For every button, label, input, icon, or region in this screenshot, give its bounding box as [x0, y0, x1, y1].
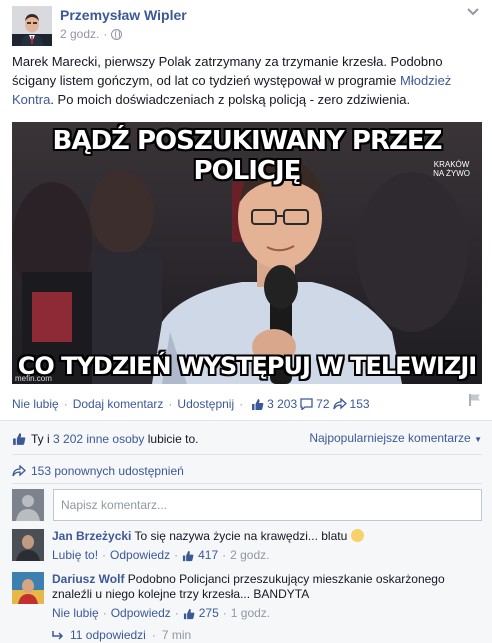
chevron-down-icon[interactable]: [466, 8, 480, 18]
thumbs-up-icon: [183, 550, 194, 561]
meta-separator: ·: [174, 548, 179, 562]
action-separator: ·: [239, 397, 244, 411]
ufi-panel: Ty i 3 202 inne osoby lubicie to. Najpop…: [0, 420, 492, 643]
like-comment-link[interactable]: Lubię to!: [52, 548, 98, 563]
meta-separator: ·: [103, 27, 108, 41]
comment-icon: [300, 398, 313, 410]
image-watermark: mefin.com: [15, 374, 52, 383]
meme-bottom-caption: CO TYDZIEŃ WYSTĘPUJ W TELEWIZJI: [17, 352, 477, 380]
share-arrow-icon: [12, 465, 26, 477]
post-meta: 2 godz. ·: [60, 27, 123, 41]
add-comment-link[interactable]: Dodaj komentarz: [73, 397, 164, 411]
share-link[interactable]: Udostępnij: [177, 397, 234, 411]
post-header: Przemysław Wipler 2 godz. ·: [12, 6, 480, 46]
tv-logo-line2: NA ŻYWO: [433, 169, 470, 178]
post-text: Marek Marecki, pierwszy Polak zatrzymany…: [12, 52, 486, 109]
comment-likes-count[interactable]: 417: [198, 548, 218, 563]
comment-sort-dropdown[interactable]: Najpopularniejsze komentarze ▼: [309, 431, 482, 445]
comment-text: To się nazywa życie na krawędzi... blatu: [134, 529, 348, 543]
sort-label: Najpopularniejsze komentarze: [309, 431, 471, 445]
view-replies-link[interactable]: 11 odpowiedzi · 7 min: [52, 628, 191, 642]
flag-icon[interactable]: [468, 393, 482, 407]
unlike-link[interactable]: Nie lubię: [12, 397, 59, 411]
thumbs-up-icon: [183, 608, 195, 619]
post-text-part1: Marek Marecki, pierwszy Polak zatrzymany…: [12, 54, 443, 88]
post-image[interactable]: BĄDŹ POSZUKIWANY PRZEZ POLICJĘ KRAKÓW NA…: [12, 122, 482, 384]
likes-count: 3 203: [267, 397, 298, 411]
meta-separator: ·: [222, 548, 227, 562]
tv-channel-logo: KRAKÓW NA ŻYWO: [433, 160, 470, 178]
comment-meta: Nie lubię · Odpowiedz · 275 · 1 godz.: [52, 606, 480, 621]
unlike-comment-link[interactable]: Nie lubię: [52, 606, 99, 621]
action-separator: ·: [168, 397, 173, 411]
thumbs-up-icon: [252, 398, 264, 410]
likes-suffix: lubicie to.: [144, 432, 199, 446]
comment-composer: [12, 489, 482, 523]
globe-icon[interactable]: [111, 28, 123, 40]
reply-link[interactable]: Odpowiedz: [111, 606, 171, 621]
post-text-part2: . Po moich doświadczeniach z polską poli…: [50, 92, 411, 107]
likes-stat[interactable]: 3 203: [251, 397, 297, 411]
ufi-divider: [12, 454, 482, 455]
comment-time[interactable]: 2 godz.: [230, 548, 269, 563]
feed-post: Przemysław Wipler 2 godz. · Marek Mareck…: [0, 0, 492, 643]
commenter-avatar[interactable]: [12, 529, 44, 561]
action-separator: ·: [63, 397, 68, 411]
meta-separator: ·: [174, 606, 179, 620]
commenter-name[interactable]: Jan Brzeżycki: [52, 529, 131, 543]
likers-link[interactable]: 3 202 inne osoby: [53, 432, 144, 446]
shares-summary[interactable]: 153 ponownych udostępnień: [12, 464, 184, 478]
post-actions: Nie lubię · Dodaj komentarz · Udostępnij…: [12, 396, 482, 412]
likes-prefix: Ty i: [31, 432, 54, 446]
meme-top-caption: BĄDŹ POSZUKIWANY PRZEZ POLICJĘ: [52, 126, 443, 186]
comments-stat[interactable]: 72: [300, 397, 330, 411]
replies-time: 7 min: [161, 628, 192, 642]
thumbs-up-icon: [13, 433, 26, 445]
meta-separator: ·: [151, 628, 156, 642]
share-arrow-icon: [332, 398, 347, 410]
comment-input[interactable]: [53, 489, 482, 521]
replies-count: 11 odpowiedzi: [70, 628, 146, 642]
post-time[interactable]: 2 godz.: [60, 27, 99, 41]
comment-likes-count[interactable]: 275: [199, 606, 219, 621]
commenter-avatar[interactable]: [12, 572, 44, 604]
comment-meta: Lubię to! · Odpowiedz · 417 · 2 godz.: [52, 548, 480, 563]
caret-down-icon: ▼: [474, 435, 482, 444]
meta-separator: ·: [222, 606, 227, 620]
tv-logo-line1: KRAKÓW: [433, 160, 470, 169]
comments-count: 72: [316, 397, 330, 411]
meta-separator: ·: [102, 548, 107, 562]
author-avatar[interactable]: [12, 6, 52, 46]
comment-time[interactable]: 1 godz.: [231, 606, 270, 621]
reply-link[interactable]: Odpowiedz: [110, 548, 170, 563]
author-name[interactable]: Przemysław Wipler: [60, 7, 187, 23]
tongue-emoji-icon: [350, 529, 364, 542]
meta-separator: ·: [102, 606, 107, 620]
ufi-divider: [12, 483, 482, 484]
likes-summary: Ty i 3 202 inne osoby lubicie to. Najpop…: [12, 431, 482, 447]
comment-body: Dariusz Wolf Podobno Policjanci przeszuk…: [52, 572, 480, 621]
commenter-name[interactable]: Dariusz Wolf: [52, 572, 124, 586]
shares-count: 153: [349, 397, 370, 411]
current-user-avatar: [12, 489, 44, 521]
shares-text: 153 ponownych udostępnień: [31, 464, 184, 478]
comment-body: Jan Brzeżycki To się nazywa życie na kra…: [52, 529, 480, 563]
shares-stat[interactable]: 153: [332, 397, 370, 411]
reply-arrow-icon: [52, 631, 64, 640]
